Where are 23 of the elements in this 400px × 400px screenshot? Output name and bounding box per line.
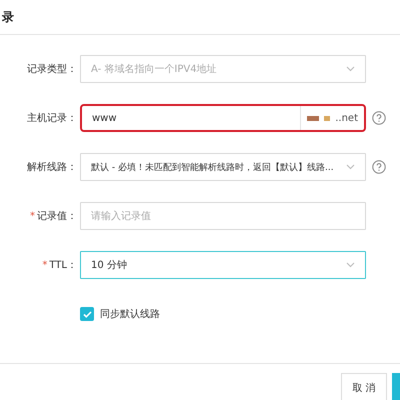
dialog-title: 录	[2, 8, 14, 26]
help-icon[interactable]	[372, 111, 386, 125]
checkbox[interactable]	[80, 307, 94, 321]
redaction-mark	[324, 116, 330, 120]
input-field[interactable]: www ..net	[80, 104, 366, 132]
field-label: 主机记录：	[27, 112, 77, 125]
field-label: 解析线路：	[27, 160, 77, 174]
field-label: 记录类型：	[27, 62, 77, 76]
select-field[interactable]: 默认 - 必填！未匹配到智能解析线路时，返回【默认】线路...	[80, 153, 366, 181]
chevron-icon	[346, 164, 355, 170]
domain-suffix: ..net	[335, 112, 358, 124]
chevron-icon	[346, 262, 355, 268]
select-field[interactable]: 10 分钟	[80, 251, 366, 279]
field-label: TTL：	[49, 259, 77, 272]
cancel-button[interactable]: 取 消	[341, 373, 387, 400]
help-icon[interactable]	[372, 160, 386, 174]
check-icon	[82, 310, 92, 318]
required-mark: *	[42, 260, 48, 270]
required-mark: *	[30, 210, 35, 222]
chevron-icon	[346, 66, 355, 72]
checkbox-label: 同步默认线路	[100, 308, 160, 321]
redaction-mark	[307, 116, 320, 120]
field-label: 记录值：	[37, 210, 77, 223]
